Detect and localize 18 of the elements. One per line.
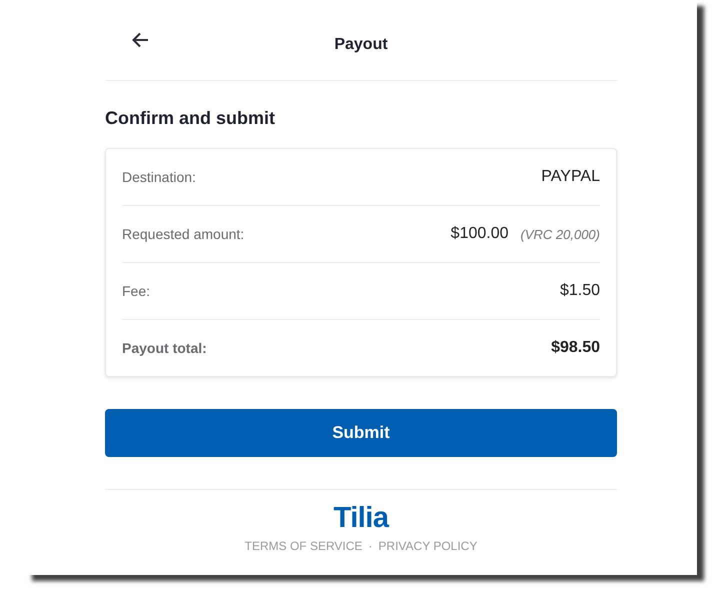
summary-label: Fee: <box>122 283 150 299</box>
page-title: Payout <box>334 36 388 54</box>
summary-note: (VRC 20,000) <box>520 226 600 242</box>
summary-label: Requested amount: <box>122 226 244 242</box>
summary-label: Payout total: <box>122 340 207 356</box>
back-arrow-icon <box>131 30 151 50</box>
separator: · <box>368 539 372 553</box>
back-button[interactable] <box>131 30 151 50</box>
summary-label: Destination: <box>122 169 196 185</box>
logo: Tilia <box>334 502 388 535</box>
submit-button[interactable]: Submit <box>105 409 617 457</box>
summary-value: $98.50 <box>551 339 600 357</box>
summary-value: $100.00 <box>450 225 509 243</box>
summary-value: PAYPAL <box>541 168 600 186</box>
footer-link[interactable]: PRIVACY POLICY <box>378 539 478 553</box>
summary-value: $1.50 <box>560 282 600 300</box>
section-title: Confirm and submit <box>105 108 276 129</box>
footer-link[interactable]: TERMS OF SERVICE <box>244 539 362 553</box>
